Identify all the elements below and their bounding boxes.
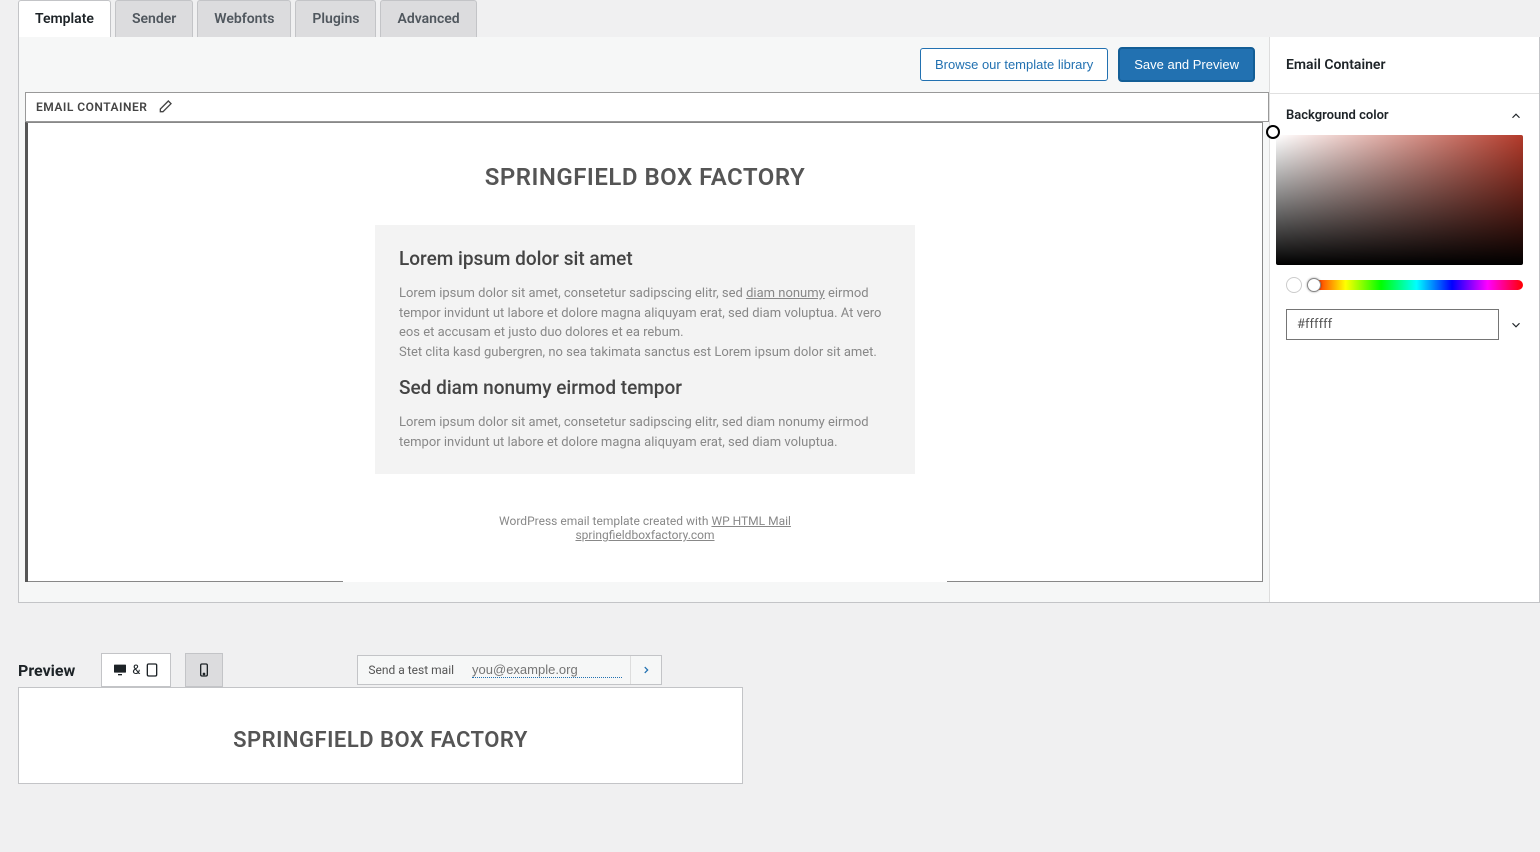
- chevron-up-icon: [1509, 109, 1523, 123]
- tablet-icon: [144, 662, 160, 678]
- mobile-icon: [196, 662, 212, 678]
- test-mail-input[interactable]: [472, 662, 622, 678]
- hex-input[interactable]: [1286, 309, 1499, 340]
- browse-templates-button[interactable]: Browse our template library: [920, 48, 1108, 81]
- email-footer-site-link[interactable]: springfieldboxfactory.com: [575, 528, 714, 542]
- preview-frame: SPRINGFIELD BOX FACTORY: [18, 687, 743, 784]
- tab-webfonts[interactable]: Webfonts: [197, 0, 291, 37]
- inspector-sidebar: Email Container Background color: [1269, 37, 1539, 602]
- chevron-down-icon[interactable]: [1509, 318, 1523, 332]
- test-mail-send-button[interactable]: [630, 656, 661, 684]
- test-mail-label: Send a test mail: [358, 663, 464, 677]
- email-paragraph-2: Lorem ipsum dolor sit amet, consetetur s…: [399, 413, 891, 452]
- email-heading-1: Lorem ipsum dolor sit amet: [399, 247, 891, 270]
- selected-block-label[interactable]: EMAIL CONTAINER: [25, 92, 1269, 122]
- desktop-icon: [112, 662, 128, 678]
- save-preview-button[interactable]: Save and Preview: [1118, 47, 1255, 82]
- email-link-diam[interactable]: diam nonumy: [746, 286, 825, 301]
- preview-toolbar: Preview & Send a test mail: [18, 653, 1540, 687]
- email-heading-2: Sed diam nonumy eirmod tempor: [399, 376, 891, 399]
- preview-title: Preview: [18, 661, 75, 680]
- email-header-title: SPRINGFIELD BOX FACTORY: [28, 163, 1262, 191]
- tab-advanced[interactable]: Advanced: [380, 0, 476, 37]
- email-body: Lorem ipsum dolor sit amet Lorem ipsum d…: [375, 225, 915, 474]
- ampersand: &: [132, 663, 140, 678]
- saturation-area[interactable]: [1276, 135, 1523, 265]
- block-label-text: EMAIL CONTAINER: [36, 100, 147, 114]
- current-color-swatch: [1286, 277, 1302, 293]
- device-tab-mobile[interactable]: [185, 653, 223, 687]
- tab-sender[interactable]: Sender: [115, 0, 193, 37]
- saturation-thumb[interactable]: [1266, 125, 1280, 139]
- color-picker[interactable]: [1270, 129, 1539, 265]
- editor-toolbar: Browse our template library Save and Pre…: [19, 37, 1269, 92]
- chevron-right-icon: [641, 663, 651, 677]
- email-footer-plugin-link[interactable]: WP HTML Mail: [711, 514, 791, 528]
- settings-tabs: Template Sender Webfonts Plugins Advance…: [0, 0, 1540, 37]
- tab-plugins[interactable]: Plugins: [295, 0, 376, 37]
- panel-label: Background color: [1286, 108, 1389, 123]
- panel-background-color[interactable]: Background color: [1270, 94, 1539, 129]
- device-tab-desktop-tablet[interactable]: &: [101, 653, 171, 687]
- hue-slider[interactable]: [1310, 280, 1523, 290]
- tab-template[interactable]: Template: [18, 0, 111, 37]
- hue-thumb[interactable]: [1307, 278, 1321, 292]
- email-canvas[interactable]: SPRINGFIELD BOX FACTORY Lorem ipsum dolo…: [25, 122, 1263, 582]
- email-footer: WordPress email template created with WP…: [28, 514, 1262, 542]
- send-test-mail: Send a test mail: [357, 655, 662, 685]
- preview-section: Preview & Send a test mail SPRINGFIELD B…: [18, 653, 1540, 784]
- editor-area: Browse our template library Save and Pre…: [18, 37, 1540, 603]
- pencil-icon: [157, 99, 173, 115]
- sidebar-title: Email Container: [1270, 37, 1539, 94]
- email-paragraph-1: Lorem ipsum dolor sit amet, consetetur s…: [399, 284, 891, 362]
- preview-email-header: SPRINGFIELD BOX FACTORY: [19, 728, 742, 783]
- email-template: SPRINGFIELD BOX FACTORY Lorem ipsum dolo…: [28, 123, 1262, 582]
